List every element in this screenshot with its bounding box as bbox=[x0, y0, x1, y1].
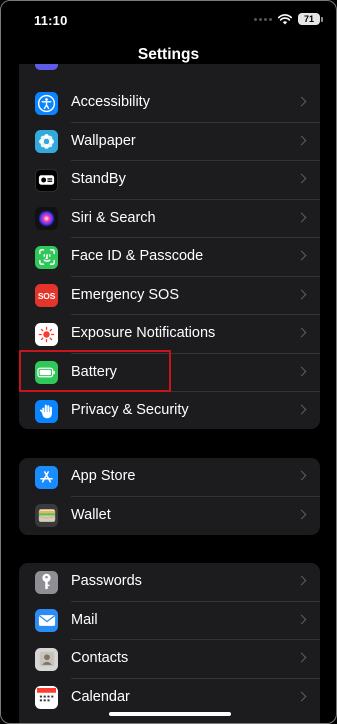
mail-icon bbox=[35, 609, 58, 632]
row-label: Emergency SOS bbox=[71, 286, 179, 303]
wallet-icon bbox=[35, 504, 58, 527]
row-label: Privacy & Security bbox=[71, 402, 189, 418]
chevron-right-icon bbox=[296, 404, 307, 415]
wifi-icon bbox=[278, 13, 292, 24]
chevron-right-icon bbox=[296, 691, 307, 701]
chevron-right-icon bbox=[296, 652, 307, 663]
key-icon bbox=[35, 570, 58, 594]
wallpaper-icon bbox=[35, 130, 58, 153]
settings-group-store: App Store Wallet bbox=[19, 458, 320, 535]
sos-icon: SOS bbox=[35, 284, 58, 307]
row-app-store[interactable]: App Store bbox=[19, 458, 320, 497]
signal-icon bbox=[254, 17, 272, 21]
row-exposure-notifications[interactable]: Exposure Notifications bbox=[19, 315, 320, 354]
chevron-right-icon bbox=[296, 135, 307, 145]
settings-group-general: Accessibility Wallpaper StandBy Siri & S… bbox=[19, 76, 320, 429]
row-accessibility[interactable]: Accessibility bbox=[19, 84, 320, 123]
contacts-icon bbox=[35, 647, 58, 671]
settings-group-apps: Passwords Mail Contacts Calendar bbox=[19, 563, 320, 723]
exposure-icon bbox=[35, 322, 58, 346]
calendar-icon bbox=[35, 686, 58, 709]
chevron-right-icon bbox=[296, 470, 307, 481]
row-label: App Store bbox=[71, 468, 136, 484]
chevron-right-icon bbox=[296, 614, 307, 624]
row-label: Siri & Search bbox=[71, 209, 156, 226]
row-wallpaper[interactable]: Wallpaper bbox=[19, 123, 320, 161]
row-contacts[interactable]: Contacts bbox=[19, 640, 320, 679]
partial-icon bbox=[35, 64, 58, 70]
battery-status-icon: 71 bbox=[298, 13, 323, 25]
hand-icon bbox=[35, 399, 58, 423]
home-indicator[interactable] bbox=[109, 712, 231, 716]
row-siri-search[interactable]: Siri & Search bbox=[19, 200, 320, 238]
accessibility-icon bbox=[35, 91, 58, 115]
chevron-right-icon bbox=[296, 212, 307, 222]
row-label: Contacts bbox=[71, 650, 129, 666]
row-label: StandBy bbox=[71, 171, 126, 187]
row-label: Accessibility bbox=[71, 94, 150, 110]
chevron-right-icon bbox=[296, 250, 307, 261]
status-time: 11:10 bbox=[34, 13, 68, 28]
row-battery[interactable]: Battery bbox=[19, 354, 320, 392]
chevron-right-icon bbox=[296, 96, 307, 107]
battery-icon bbox=[35, 361, 58, 384]
row-standby[interactable]: StandBy bbox=[19, 161, 320, 200]
chevron-right-icon bbox=[296, 173, 307, 184]
row-label: Wallet bbox=[71, 506, 111, 523]
previous-row-fragment bbox=[19, 64, 320, 76]
siri-icon bbox=[35, 207, 58, 230]
status-bar: 11:10 71 bbox=[1, 1, 336, 41]
row-label: Wallpaper bbox=[71, 132, 136, 149]
app-store-icon bbox=[35, 465, 58, 489]
row-label: Battery bbox=[71, 363, 117, 380]
row-label: Exposure Notifications bbox=[71, 325, 216, 341]
row-passwords[interactable]: Passwords bbox=[19, 563, 320, 602]
row-wallet[interactable]: Wallet bbox=[19, 497, 320, 536]
row-face-id-passcode[interactable]: Face ID & Passcode bbox=[19, 238, 320, 277]
row-label: Mail bbox=[71, 611, 98, 628]
standby-icon bbox=[35, 168, 58, 192]
chevron-right-icon bbox=[296, 575, 307, 586]
chevron-right-icon bbox=[296, 366, 307, 376]
settings-screen: 11:10 71 Settings Accessibility Wallpape… bbox=[0, 0, 337, 724]
status-icons: 71 bbox=[254, 13, 323, 25]
row-label: Passwords bbox=[71, 573, 142, 589]
page-title: Settings bbox=[137, 46, 200, 63]
chevron-right-icon bbox=[296, 289, 307, 299]
row-label: Calendar bbox=[71, 688, 130, 705]
row-emergency-sos[interactable]: SOS Emergency SOS bbox=[19, 277, 320, 315]
row-privacy-security[interactable]: Privacy & Security bbox=[19, 392, 320, 429]
row-mail[interactable]: Mail bbox=[19, 602, 320, 640]
row-label: Face ID & Passcode bbox=[71, 248, 204, 264]
chevron-right-icon bbox=[296, 327, 307, 338]
face-id-icon bbox=[35, 245, 58, 269]
chevron-right-icon bbox=[296, 509, 307, 519]
